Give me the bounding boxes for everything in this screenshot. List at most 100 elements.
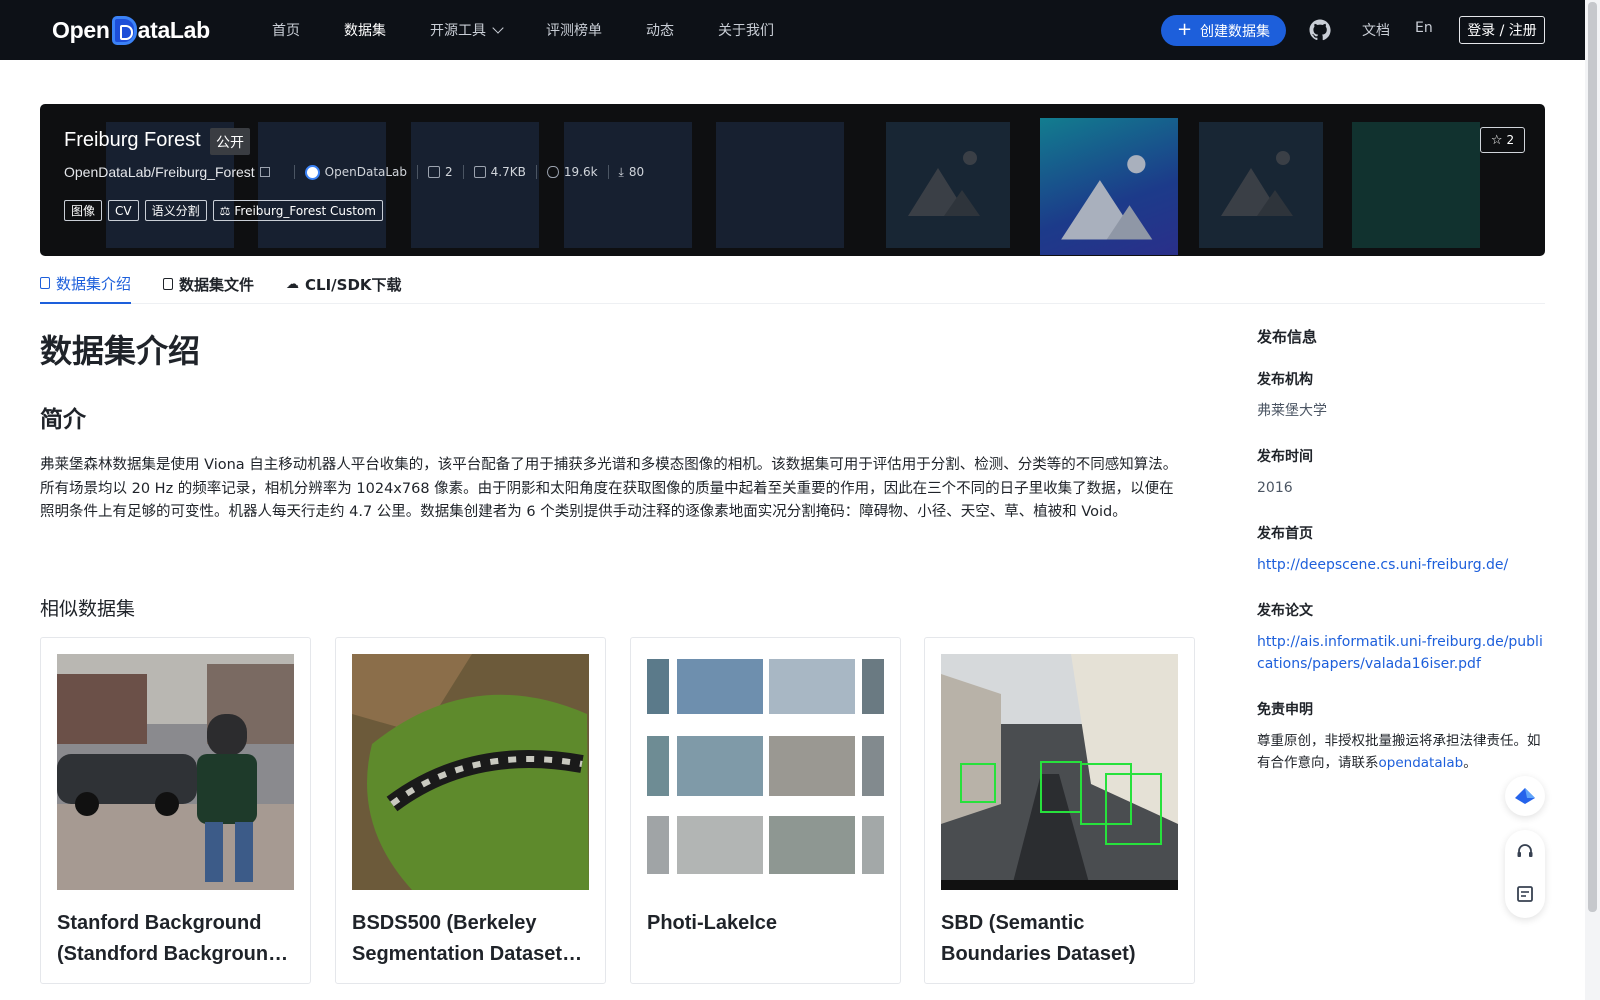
- similar-datasets-title: 相似数据集: [40, 598, 136, 620]
- nav-datasets[interactable]: 数据集: [344, 20, 386, 40]
- publish-time-label: 发布时间: [1257, 449, 1313, 465]
- file-icon: [428, 166, 441, 178]
- scale-icon: ⚖: [219, 203, 231, 218]
- banner-thumbnail: [258, 122, 386, 248]
- star-button[interactable]: ☆ 2: [1480, 127, 1525, 153]
- chevron-down-icon: [492, 22, 504, 34]
- feishu-button[interactable]: [1505, 776, 1545, 816]
- divider: [462, 165, 464, 179]
- dataset-banner: Freiburg Forest 公开 OpenDataLab/Freiburg_…: [40, 104, 1545, 256]
- view-count: 19.6k: [546, 165, 598, 179]
- image-placeholder-icon: [1061, 155, 1153, 240]
- view-count-value: 19.6k: [563, 165, 598, 179]
- login-register-button[interactable]: 登录 / 注册: [1459, 16, 1545, 44]
- disclaimer-end: 。: [1463, 755, 1477, 771]
- contact-link[interactable]: opendatalab: [1379, 755, 1464, 771]
- divider: [535, 165, 537, 179]
- support-tools: [1505, 830, 1545, 918]
- create-dataset-label: 创建数据集: [1200, 23, 1271, 40]
- dataset-description: 弗莱堡森林数据集是使用 Viona 自主移动机器人平台收集的，该平台配备了用于捕…: [40, 457, 1178, 520]
- star-icon: ☆: [1490, 132, 1503, 148]
- file-icon: [163, 278, 174, 290]
- org-avatar: [304, 164, 320, 180]
- dataset-title: Freiburg Forest: [64, 129, 201, 151]
- banner-thumbnail: [411, 122, 539, 248]
- logo-mark: [111, 15, 137, 45]
- tab-introduction-label: 数据集介绍: [56, 274, 132, 293]
- tag-task[interactable]: 语义分割: [144, 200, 207, 221]
- similar-dataset-card[interactable]: SBD (Semantic Boundaries Dataset): [924, 637, 1195, 984]
- divider: [293, 165, 295, 179]
- homepage-link[interactable]: http://deepscene.cs.uni-freiburg.de/: [1257, 554, 1547, 576]
- nav-leaderboard[interactable]: 评测榜单: [546, 20, 602, 40]
- copy-icon[interactable]: [259, 167, 270, 177]
- dataset-card-title: Photi-LakeIce: [647, 912, 778, 934]
- tag-license[interactable]: ⚖ Freiburg_Forest Custom: [212, 200, 383, 221]
- dataset-tags: 图像 CV 语义分割 ⚖ Freiburg_Forest Custom: [64, 200, 383, 221]
- dataset-card-title: Stanford Background (Standford Backgroun…: [57, 912, 281, 965]
- similar-dataset-card[interactable]: BSDS500 (Berkeley Segmentation Dataset 5…: [335, 637, 606, 984]
- banner-thumbnail: [1352, 122, 1480, 248]
- similar-dataset-card[interactable]: Photi-LakeIce: [630, 637, 901, 984]
- page-scrollbar[interactable]: [1585, 0, 1600, 1000]
- disclaimer-text: 尊重原创，非授权批量搬运将承担法律责任。如有合作意向，请联系opendatala…: [1257, 730, 1547, 774]
- paper-link[interactable]: http://ais.informatik.uni-freiburg.de/pu…: [1257, 631, 1547, 675]
- star-count: 2: [1506, 133, 1515, 147]
- dataset-cover-image: [57, 654, 294, 890]
- nav-about[interactable]: 关于我们: [718, 20, 774, 40]
- language-switch[interactable]: En: [1415, 20, 1433, 36]
- storage-icon: [473, 166, 486, 178]
- dataset-cover-image: [941, 654, 1178, 890]
- dataset-size: 4.7KB: [473, 165, 526, 179]
- org-name[interactable]: OpenDataLab: [325, 165, 407, 179]
- download-icon: ⤓: [618, 164, 624, 179]
- nav-tools-label: 开源工具: [430, 23, 486, 39]
- nav-docs[interactable]: 文档: [1362, 20, 1390, 40]
- page-title: 数据集介绍: [40, 332, 201, 370]
- file-count-value: 2: [445, 165, 453, 179]
- publisher-label: 发布机构: [1257, 372, 1313, 388]
- divider: [607, 165, 609, 179]
- dataset-card-title: SBD (Semantic Boundaries Dataset): [941, 912, 1136, 965]
- license-label: Freiburg_Forest Custom: [234, 203, 376, 218]
- feedback-icon[interactable]: [1515, 884, 1535, 904]
- create-dataset-button[interactable]: + 创建数据集: [1161, 15, 1286, 46]
- headset-icon[interactable]: [1515, 842, 1535, 862]
- file-count: 2: [428, 165, 453, 179]
- publisher-value: 弗莱堡大学: [1257, 403, 1327, 419]
- nav-news[interactable]: 动态: [646, 20, 674, 40]
- banner-thumbnail-active: [1040, 118, 1178, 255]
- database-icon: [40, 277, 50, 289]
- image-placeholder-icon: [908, 151, 980, 216]
- dataset-cover-image: [647, 654, 884, 890]
- tab-cli-sdk-label: CLI/SDK下载: [305, 275, 402, 294]
- download-count-value: 80: [628, 165, 645, 179]
- disclaimer-label: 免责申明: [1257, 702, 1313, 718]
- github-icon[interactable]: [1308, 18, 1332, 42]
- paper-label: 发布论文: [1257, 603, 1313, 619]
- tag-domain[interactable]: CV: [108, 200, 139, 221]
- nav-links: 首页 数据集 开源工具 评测榜单 动态 关于我们: [272, 0, 818, 60]
- tag-modality[interactable]: 图像: [64, 200, 103, 221]
- logo[interactable]: Open ataLab: [52, 14, 210, 46]
- plus-icon: +: [1176, 18, 1193, 40]
- cloud-download-icon: ☁: [286, 276, 300, 292]
- tab-cli-sdk[interactable]: ☁ CLI/SDK下载: [286, 264, 402, 304]
- dataset-card-title: BSDS500 (Berkeley Segmentation Dataset 5…: [352, 912, 563, 965]
- visibility-badge: 公开: [210, 128, 250, 155]
- tab-files[interactable]: 数据集文件: [163, 264, 254, 304]
- divider: [417, 165, 419, 179]
- publish-info-title: 发布信息: [1257, 328, 1318, 346]
- tab-introduction[interactable]: 数据集介绍: [40, 264, 132, 304]
- top-nav: Open ataLab 首页 数据集 开源工具 评测榜单 动态 关于我们 + 创建…: [0, 0, 1600, 60]
- scrollbar-thumb[interactable]: [1588, 2, 1597, 912]
- dataset-meta: OpenDataLab/Freiburg_Forest OpenDataLab …: [64, 164, 644, 180]
- nav-tools[interactable]: 开源工具: [430, 20, 504, 40]
- homepage-label: 发布首页: [1257, 526, 1313, 542]
- banner-thumbnail: [886, 122, 1010, 248]
- similar-dataset-card[interactable]: Stanford Background (Standford Backgroun…: [40, 637, 311, 984]
- dataset-tabs: 数据集介绍 数据集文件 ☁ CLI/SDK下载: [40, 264, 1545, 304]
- nav-home[interactable]: 首页: [272, 20, 300, 40]
- section-title: 简介: [40, 406, 86, 433]
- publish-info-panel: 发布信息 发布机构 弗莱堡大学 发布时间 2016 发布首页 http://de…: [1257, 326, 1547, 774]
